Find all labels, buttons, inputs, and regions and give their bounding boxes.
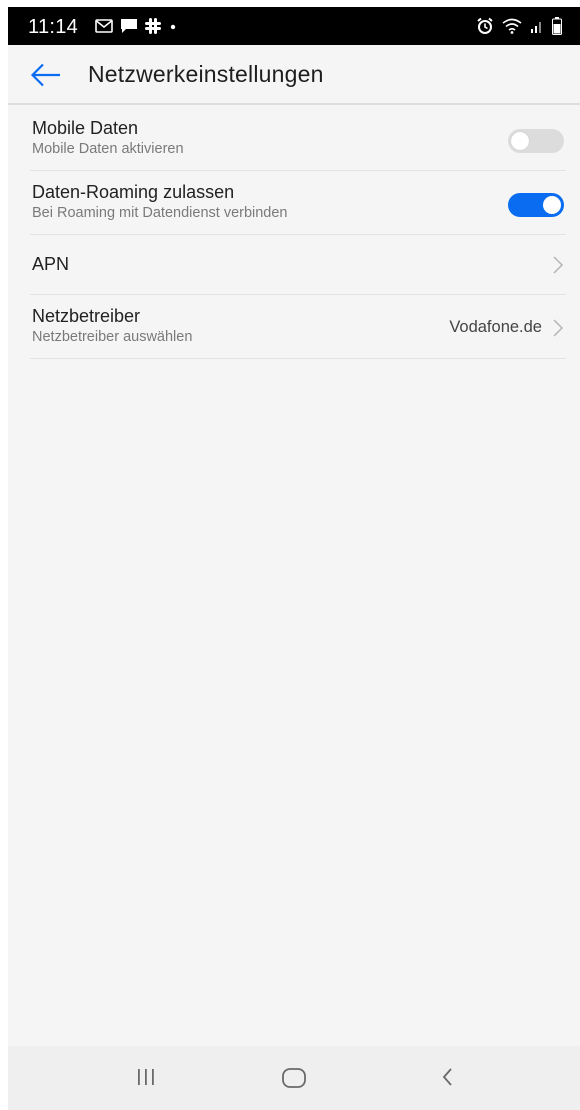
- notification-icons: [95, 16, 178, 36]
- toggle-knob: [511, 132, 529, 150]
- recents-button[interactable]: [126, 1066, 166, 1092]
- setting-title: Mobile Daten: [32, 118, 139, 138]
- home-button[interactable]: [274, 1066, 314, 1092]
- back-icon: [442, 1068, 452, 1086]
- data-roaming-toggle[interactable]: [508, 193, 564, 217]
- system-icons: [476, 16, 562, 36]
- dot-icon: [168, 21, 178, 31]
- arrow-left-icon: [30, 63, 60, 87]
- settings-screen: 11:14 Netzwerkeinstellungen Mobile Daten…: [8, 7, 580, 1110]
- setting-title: Netzbetreiber: [32, 306, 141, 326]
- alarm-icon: [476, 17, 494, 35]
- setting-network-operator[interactable]: Netzbetreiber Netzbetreiber auswählen Vo…: [30, 295, 566, 359]
- signal-icon: [530, 19, 544, 33]
- battery-icon: [552, 17, 562, 35]
- operator-value: Vodafone.de: [449, 318, 542, 336]
- setting-subtitle: Mobile Daten aktivieren: [32, 141, 184, 157]
- recents-icon: [138, 1069, 154, 1085]
- nav-back-button[interactable]: [428, 1066, 468, 1092]
- setting-data-roaming[interactable]: Daten-Roaming zulassen Bei Roaming mit D…: [30, 171, 566, 235]
- setting-title: Daten-Roaming zulassen: [32, 182, 235, 202]
- mobile-data-toggle[interactable]: [508, 129, 564, 153]
- home-icon: [282, 1068, 306, 1088]
- page-title: Netzwerkeinstellungen: [88, 61, 324, 87]
- chevron-right-icon: [553, 319, 564, 337]
- status-bar: 11:14: [8, 7, 580, 45]
- slack-icon: [145, 18, 161, 34]
- back-button[interactable]: [28, 59, 64, 91]
- setting-subtitle: Netzbetreiber auswählen: [32, 329, 193, 345]
- setting-subtitle: Bei Roaming mit Datendienst verbinden: [32, 205, 288, 221]
- app-bar: Netzwerkeinstellungen: [8, 45, 580, 105]
- gmail-icon: [95, 19, 113, 33]
- message-icon: [120, 18, 138, 34]
- wifi-icon: [502, 18, 522, 34]
- toggle-knob: [543, 196, 561, 214]
- settings-list: Mobile Daten Mobile Daten aktivieren Dat…: [8, 107, 580, 359]
- navigation-bar: [8, 1046, 580, 1110]
- chevron-right-icon: [553, 256, 564, 274]
- setting-title: APN: [32, 254, 70, 274]
- setting-mobile-data[interactable]: Mobile Daten Mobile Daten aktivieren: [30, 107, 566, 171]
- status-time: 11:14: [28, 16, 79, 38]
- setting-apn[interactable]: APN: [30, 235, 566, 295]
